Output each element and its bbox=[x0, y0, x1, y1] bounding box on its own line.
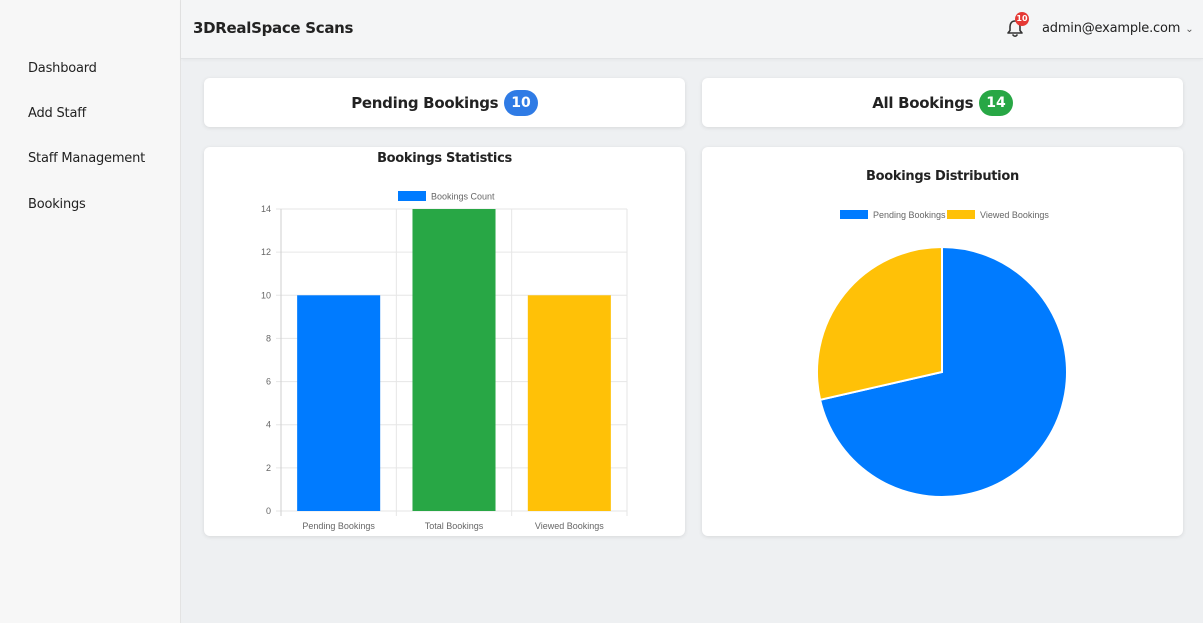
sidebar-item-bookings[interactable]: Bookings bbox=[28, 197, 86, 212]
legend-label-pending-bookings[interactable]: Pending Bookings bbox=[873, 210, 946, 220]
y-tick-label: 6 bbox=[266, 377, 271, 387]
bar-total-bookings[interactable] bbox=[412, 209, 496, 511]
legend-label-bookings-count[interactable]: Bookings Count bbox=[431, 192, 495, 202]
sidebar: Dashboard Add Staff Staff Management Boo… bbox=[0, 0, 181, 623]
all-bookings-label: All Bookings bbox=[872, 93, 974, 112]
y-tick-label: 2 bbox=[266, 463, 271, 473]
pending-bookings-label: Pending Bookings bbox=[351, 93, 499, 112]
all-bookings-card[interactable]: All Bookings 14 bbox=[702, 78, 1183, 127]
app-title: 3DRealSpace Scans bbox=[193, 19, 354, 37]
chevron-down-icon: ⌄ bbox=[1185, 24, 1194, 35]
pending-bookings-card[interactable]: Pending Bookings 10 bbox=[204, 78, 685, 127]
y-tick-label: 0 bbox=[266, 506, 271, 516]
bookings-pie-chart: Pending Bookings Viewed Bookings bbox=[816, 210, 1068, 498]
legend-swatch-pending-bookings[interactable] bbox=[840, 210, 868, 219]
x-tick-label: Viewed Bookings bbox=[535, 521, 604, 531]
user-email: admin@example.com bbox=[1042, 21, 1181, 36]
y-tick-label: 12 bbox=[261, 247, 271, 257]
y-tick-label: 14 bbox=[261, 204, 271, 214]
bookings-bar-chart: Bookings Count 0 2 4 6 8 10 12 14 Pending Booking… bbox=[261, 191, 628, 531]
x-tick-label: Total Bookings bbox=[425, 521, 484, 531]
legend-swatch-bookings-count[interactable] bbox=[398, 191, 426, 201]
legend-label-viewed-bookings[interactable]: Viewed Bookings bbox=[980, 210, 1049, 220]
pie-slice-viewed-bookings[interactable] bbox=[816, 245, 943, 402]
bar-pending-bookings[interactable] bbox=[297, 295, 381, 511]
x-tick-label: Pending Bookings bbox=[302, 521, 375, 531]
notification-badge: 10 bbox=[1015, 12, 1029, 26]
bookings-statistics-card: Bookings Statistics Bookings Count 0 2 4 6 8 1… bbox=[204, 147, 685, 536]
y-tick-label: 8 bbox=[266, 333, 271, 343]
bookings-distribution-card: Bookings Distribution Pending Bookings Vi… bbox=[702, 147, 1183, 536]
user-menu[interactable]: admin@example.com ⌄ bbox=[1042, 21, 1194, 36]
y-tick-label: 4 bbox=[266, 420, 271, 430]
top-navbar: 3DRealSpace Scans 10 admin@example.com ⌄ bbox=[181, 0, 1203, 59]
bar-viewed-bookings[interactable] bbox=[527, 295, 611, 511]
legend-swatch-viewed-bookings[interactable] bbox=[947, 210, 975, 219]
y-tick-label: 10 bbox=[261, 290, 271, 300]
sidebar-item-dashboard[interactable]: Dashboard bbox=[28, 61, 97, 76]
pending-bookings-count-badge: 10 bbox=[504, 89, 538, 116]
sidebar-item-add-staff[interactable]: Add Staff bbox=[28, 106, 86, 121]
sidebar-item-staff-management[interactable]: Staff Management bbox=[28, 151, 145, 166]
all-bookings-count-badge: 14 bbox=[979, 89, 1013, 116]
